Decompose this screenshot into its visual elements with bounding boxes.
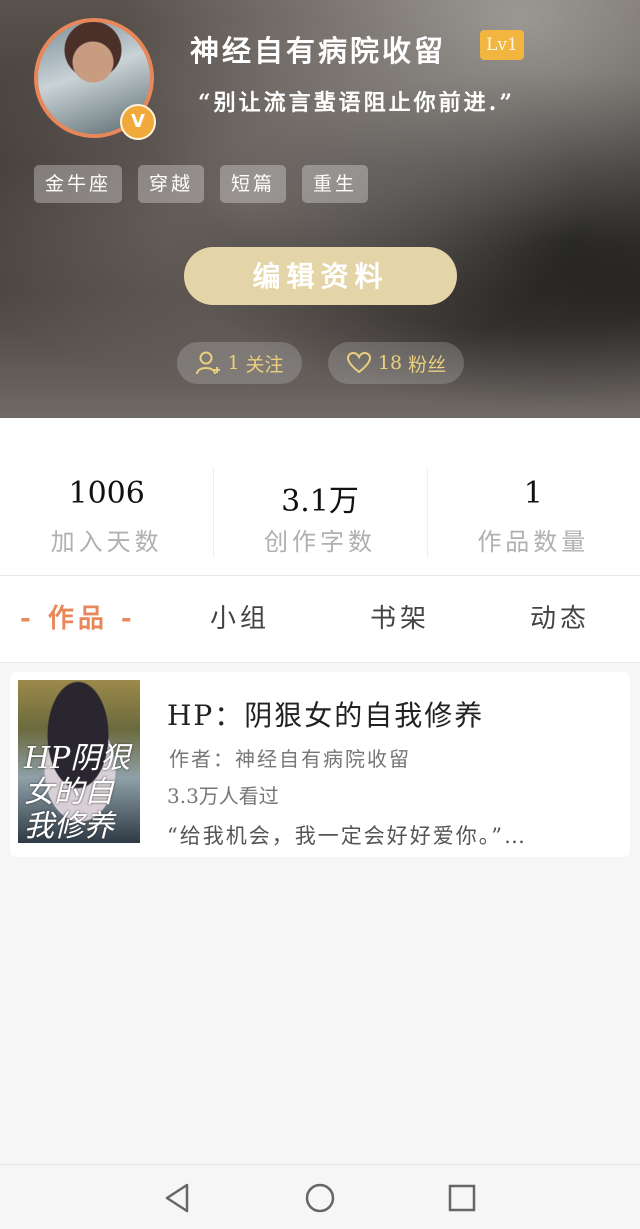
- stat-label: 作品数量: [477, 528, 590, 556]
- tag-item: 重生: [302, 165, 369, 203]
- tab-groups[interactable]: 小组: [210, 576, 270, 662]
- stat-value: 1006: [68, 476, 145, 511]
- tag-item: 穿越: [138, 165, 205, 203]
- tab-activity[interactable]: 动态: [530, 576, 590, 662]
- username: 神经自有病院收留: [190, 34, 447, 68]
- system-nav-bar: [0, 1164, 640, 1229]
- tab-bookshelf[interactable]: 书架: [370, 576, 430, 662]
- following-label: 关注: [245, 353, 284, 376]
- avatar-container[interactable]: V: [34, 18, 156, 140]
- tab-works[interactable]: - 作品 -: [20, 576, 136, 662]
- heart-icon: [346, 351, 371, 374]
- following-button[interactable]: 1 关注: [177, 342, 302, 384]
- profile-motto: “别让流言蜚语阻止你前进.”: [198, 90, 515, 116]
- vip-badge-icon: V: [120, 104, 156, 140]
- tag-item: 金牛座: [34, 165, 123, 203]
- fans-count: 18: [377, 352, 403, 374]
- circle-home-icon[interactable]: [303, 1181, 337, 1215]
- stat-word-count: 3.1万 创作字数: [213, 418, 426, 575]
- fans-label: 粉丝: [408, 353, 447, 376]
- stat-label: 加入天数: [50, 528, 163, 556]
- fans-button[interactable]: 18 粉丝: [328, 342, 464, 384]
- stat-work-count: 1 作品数量: [426, 418, 640, 575]
- cover-title-art: HP阴狠女的自我修养: [24, 741, 131, 844]
- edit-profile-button[interactable]: 编辑资料: [184, 247, 457, 305]
- stat-value: 1: [523, 476, 543, 511]
- book-cover[interactable]: HP阴狠女的自我修养: [18, 680, 140, 843]
- triangle-back-icon[interactable]: [161, 1181, 195, 1215]
- tag-list: 金牛座 穿越 短篇 重生: [34, 165, 369, 203]
- tab-bar: - 作品 - 小组 书架 动态: [0, 576, 640, 663]
- profile-header: V 神经自有病院收留 Lv1 “别让流言蜚语阻止你前进.” 金牛座 穿越 短篇 …: [0, 0, 640, 418]
- level-badge: Lv1: [480, 30, 524, 60]
- stat-label: 创作字数: [263, 528, 376, 556]
- person-add-icon: [196, 351, 221, 375]
- book-title[interactable]: HP：阴狠女的自我修养: [167, 694, 484, 734]
- work-card[interactable]: HP阴狠女的自我修养 HP：阴狠女的自我修养 作者：神经自有病院收留 3.3万人…: [10, 672, 630, 857]
- square-recent-icon[interactable]: [445, 1181, 479, 1215]
- following-count: 1: [227, 352, 240, 374]
- book-excerpt: “给我机会，我一定会好好爱你。”…: [167, 824, 527, 848]
- book-author: 作者：神经自有病院收留: [169, 747, 411, 771]
- stat-value: 3.1万: [281, 484, 359, 519]
- book-read-count: 3.3万人看过: [167, 784, 279, 808]
- stats-row: 1006 加入天数 3.1万 创作字数 1 作品数量: [0, 418, 640, 576]
- tag-item: 短篇: [220, 165, 287, 203]
- stat-join-days: 1006 加入天数: [0, 418, 213, 575]
